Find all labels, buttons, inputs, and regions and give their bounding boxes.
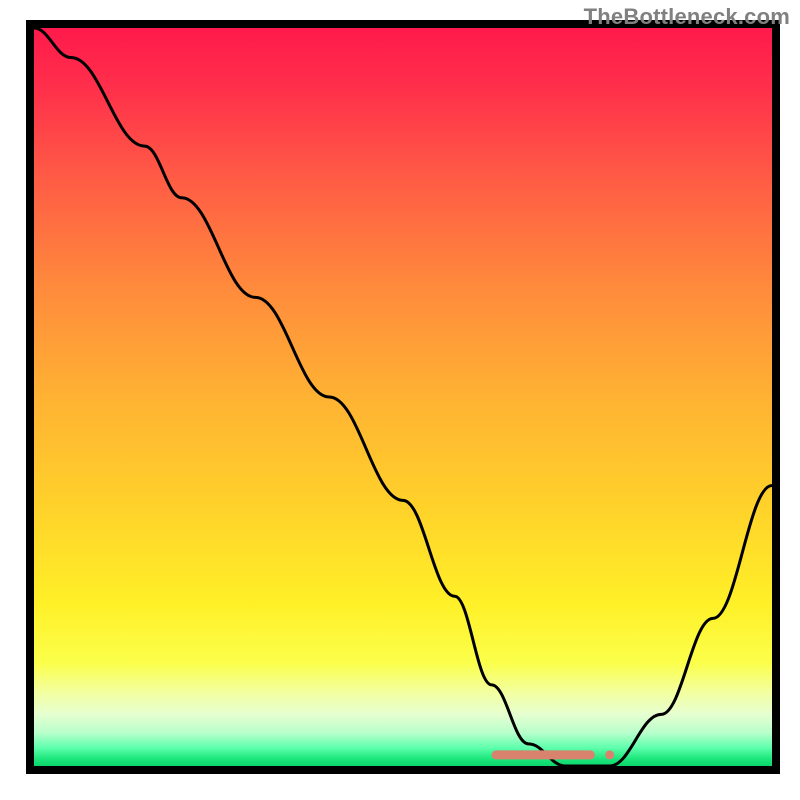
bottleneck-chart [0, 0, 800, 800]
optimal-range-marker-dot [605, 750, 614, 759]
plot-background [34, 28, 772, 766]
optimal-range-marker [492, 750, 595, 759]
watermark-text: TheBottleneck.com [584, 4, 790, 30]
